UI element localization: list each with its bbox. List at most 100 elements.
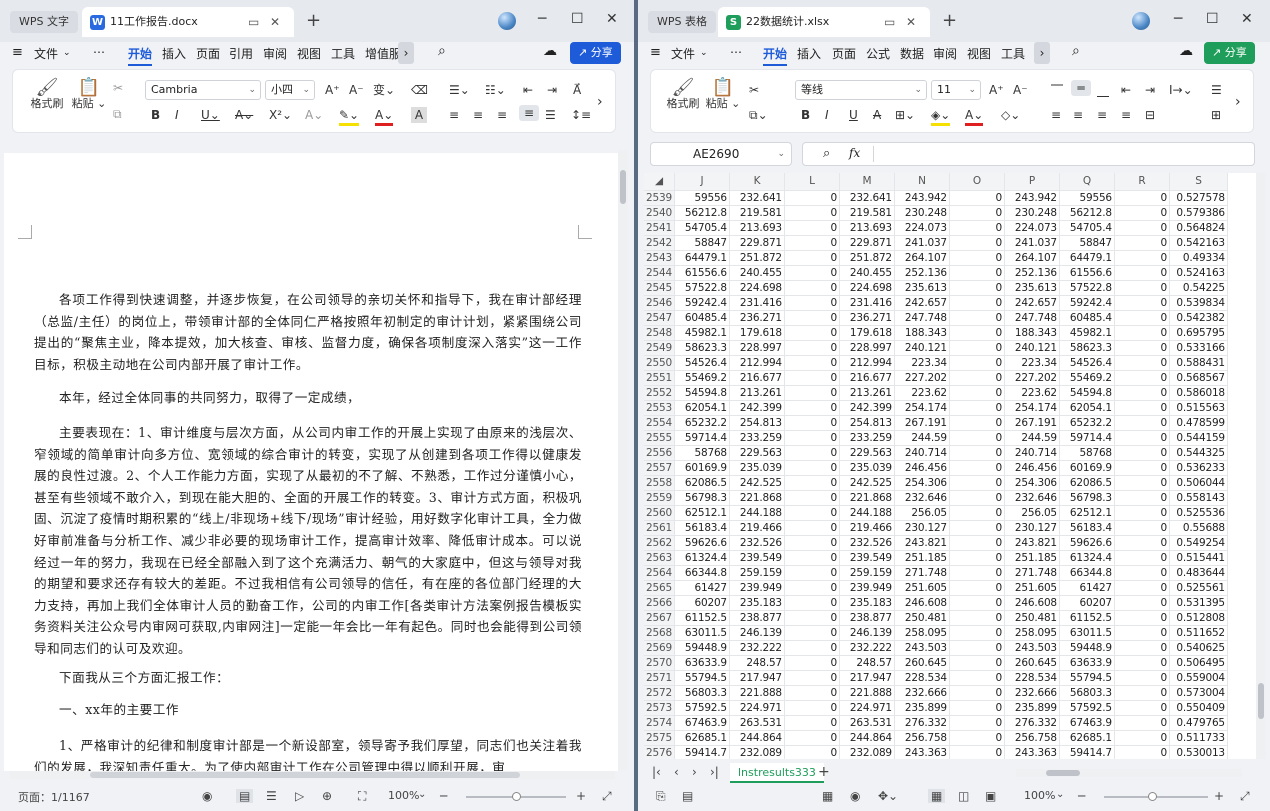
table-cell[interactable]: 251.872 xyxy=(839,250,895,266)
table-cell[interactable]: 232.646 xyxy=(894,490,950,506)
char-shading-icon[interactable]: A xyxy=(411,107,427,123)
table-cell[interactable]: 62512.1 xyxy=(674,505,730,521)
table-cell[interactable]: 248.57 xyxy=(839,655,895,671)
table-cell[interactable]: 0 xyxy=(949,280,1005,296)
table-cell[interactable]: 0 xyxy=(1114,460,1170,476)
table-cell[interactable]: 0.506044 xyxy=(1169,475,1228,491)
italic-icon[interactable]: I xyxy=(825,107,829,123)
table-cell[interactable]: 0 xyxy=(1114,730,1170,746)
table-cell[interactable]: 0 xyxy=(784,565,840,581)
menu-insert[interactable]: 插入 xyxy=(797,45,821,62)
table-cell[interactable]: 0 xyxy=(784,535,840,551)
table-cell[interactable]: 0 xyxy=(949,265,1005,281)
underline-icon[interactable]: U⌄ xyxy=(201,107,220,123)
table-cell[interactable]: 263.531 xyxy=(729,715,785,731)
table-cell[interactable]: 0 xyxy=(949,565,1005,581)
row-header[interactable]: 2564 xyxy=(644,565,675,581)
table-cell[interactable]: 0 xyxy=(949,655,1005,671)
table-cell[interactable]: 0 xyxy=(784,310,840,326)
table-cell[interactable]: 254.306 xyxy=(1004,475,1060,491)
table-cell[interactable]: 0 xyxy=(1114,715,1170,731)
table-cell[interactable]: 59414.7 xyxy=(674,745,730,759)
table-cell[interactable]: 61556.6 xyxy=(1059,265,1115,281)
table-cell[interactable]: 0 xyxy=(949,220,1005,236)
table-cell[interactable]: 59556 xyxy=(1059,190,1115,206)
minimize-icon[interactable]: ─ xyxy=(1174,11,1182,27)
table-cell[interactable]: 244.188 xyxy=(729,505,785,521)
table-cell[interactable]: 63633.9 xyxy=(674,655,730,671)
align-left-icon[interactable]: ≡ xyxy=(449,107,459,123)
table-cell[interactable]: 212.994 xyxy=(729,355,785,371)
table-cell[interactable]: 263.531 xyxy=(839,715,895,731)
table-cell[interactable]: 179.618 xyxy=(839,325,895,341)
table-cell[interactable]: 0 xyxy=(1114,670,1170,686)
table-cell[interactable]: 244.188 xyxy=(839,505,895,521)
phonetic-icon[interactable]: 变⌄ xyxy=(373,82,395,98)
decrease-indent-icon[interactable]: ⇤ xyxy=(1121,82,1131,98)
font-color-icon[interactable]: A⌄ xyxy=(965,107,984,126)
table-cell[interactable]: 252.136 xyxy=(1004,265,1060,281)
table-cell[interactable]: 221.868 xyxy=(839,490,895,506)
table-cell[interactable]: 0.531395 xyxy=(1169,595,1228,611)
table-cell[interactable]: 0.539834 xyxy=(1169,295,1228,311)
table-cell[interactable]: 0 xyxy=(784,250,840,266)
table-cell[interactable]: 244.59 xyxy=(894,430,950,446)
table-cell[interactable]: 59242.4 xyxy=(1059,295,1115,311)
table-cell[interactable]: 235.183 xyxy=(839,595,895,611)
table-cell[interactable]: 258.095 xyxy=(894,625,950,641)
table-cell[interactable]: 235.899 xyxy=(894,700,950,716)
new-tab-icon[interactable]: + xyxy=(306,10,321,31)
table-cell[interactable]: 0.564824 xyxy=(1169,220,1228,236)
table-cell[interactable]: 223.62 xyxy=(894,385,950,401)
table-cell[interactable]: 59242.4 xyxy=(674,295,730,311)
add-sheet-icon[interactable]: + xyxy=(818,764,830,780)
strikethrough-icon[interactable]: A⌄ xyxy=(235,107,253,123)
table-cell[interactable]: 0 xyxy=(949,415,1005,431)
table-cell[interactable]: 0 xyxy=(1114,490,1170,506)
table-cell[interactable]: 0 xyxy=(949,205,1005,221)
table-cell[interactable]: 0 xyxy=(949,595,1005,611)
menu-value-added[interactable]: 增值服 xyxy=(365,45,399,62)
row-header[interactable]: 2559 xyxy=(644,490,675,506)
table-cell[interactable]: 0 xyxy=(1114,685,1170,701)
row-header[interactable]: 2545 xyxy=(644,280,675,296)
tab-close-icon[interactable]: ✕ xyxy=(906,7,916,37)
table-cell[interactable]: 57522.8 xyxy=(674,280,730,296)
cut-icon[interactable]: ✂ xyxy=(113,80,123,96)
table-cell[interactable]: 243.363 xyxy=(894,745,950,759)
table-cell[interactable]: 271.748 xyxy=(894,565,950,581)
align-right-icon[interactable]: ≡ xyxy=(497,107,507,123)
table-cell[interactable]: 61324.4 xyxy=(674,550,730,566)
menu-page[interactable]: 页面 xyxy=(832,45,856,62)
table-cell[interactable]: 224.073 xyxy=(1004,220,1060,236)
table-cell[interactable]: 55469.2 xyxy=(1059,370,1115,386)
sheet-status-icon[interactable]: ⎘ xyxy=(656,789,666,804)
table-cell[interactable]: 0 xyxy=(949,190,1005,206)
table-cell[interactable]: 251.872 xyxy=(729,250,785,266)
cut-icon[interactable]: ✂ xyxy=(749,82,759,98)
table-cell[interactable]: 235.183 xyxy=(729,595,785,611)
table-cell[interactable]: 0 xyxy=(784,595,840,611)
table-cell[interactable]: 0.549254 xyxy=(1169,535,1228,551)
table-cell[interactable]: 63633.9 xyxy=(1059,655,1115,671)
table-cell[interactable]: 227.202 xyxy=(894,370,950,386)
table-cell[interactable]: 256.05 xyxy=(1004,505,1060,521)
table-cell[interactable]: 0.544325 xyxy=(1169,445,1228,461)
table-cell[interactable]: 56798.3 xyxy=(674,490,730,506)
table-cell[interactable]: 235.899 xyxy=(1004,700,1060,716)
table-cell[interactable]: 213.261 xyxy=(729,385,785,401)
table-cell[interactable]: 0.511652 xyxy=(1169,625,1228,641)
table-cell[interactable]: 250.481 xyxy=(894,610,950,626)
table-cell[interactable]: 0.512808 xyxy=(1169,610,1228,626)
table-cell[interactable]: 0.54225 xyxy=(1169,280,1228,296)
table-cell[interactable]: 57592.5 xyxy=(674,700,730,716)
table-cell[interactable]: 61427 xyxy=(1059,580,1115,596)
zoom-slider[interactable] xyxy=(466,792,566,801)
numbered-list-icon[interactable]: ☷⌄ xyxy=(485,82,506,98)
menu-review[interactable]: 审阅 xyxy=(263,45,287,62)
table-cell[interactable]: 58623.3 xyxy=(1059,340,1115,356)
table-cell[interactable]: 65232.2 xyxy=(674,415,730,431)
table-cell[interactable]: 0.573004 xyxy=(1169,685,1228,701)
row-header[interactable]: 2551 xyxy=(644,370,675,386)
table-cell[interactable]: 0 xyxy=(784,280,840,296)
